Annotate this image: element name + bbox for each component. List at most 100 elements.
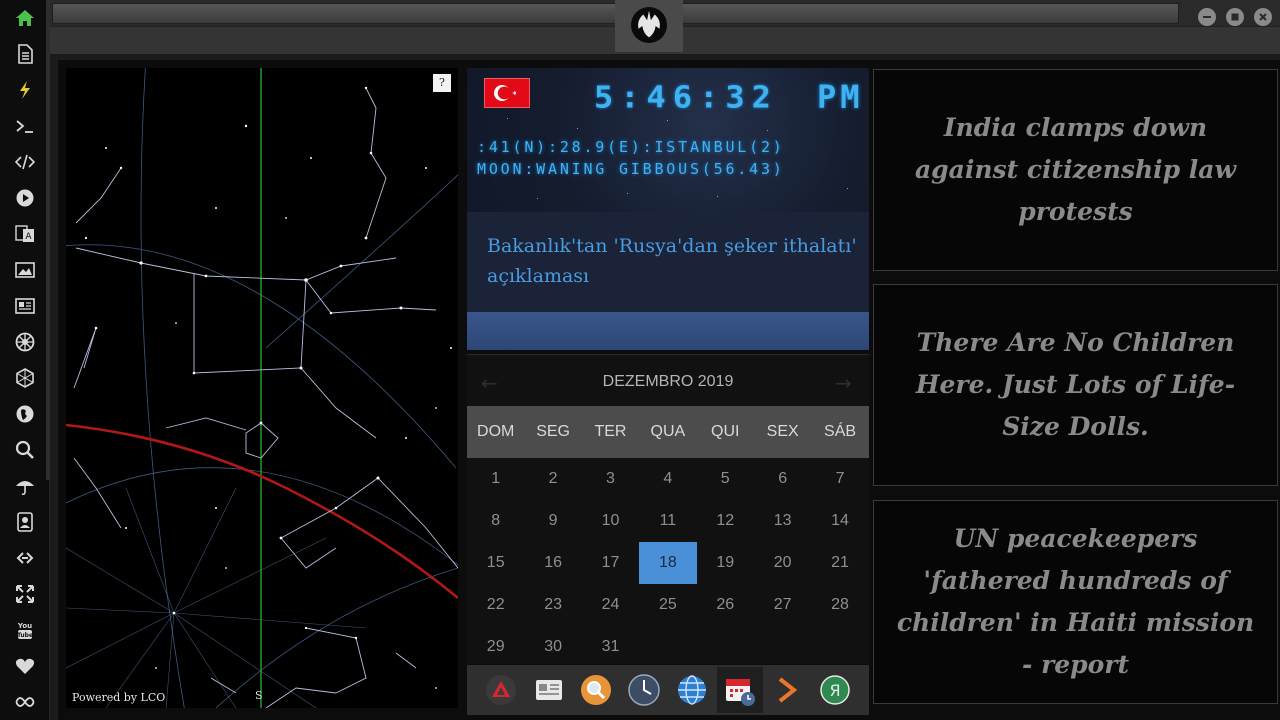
calendar-day[interactable]: 27 <box>754 584 811 626</box>
translate-icon[interactable]: A <box>11 220 39 248</box>
app-dock: Я <box>467 665 869 715</box>
lightning-icon[interactable] <box>11 76 39 104</box>
hexagon-icon[interactable] <box>11 364 39 392</box>
dock-app-clock-icon <box>628 674 660 706</box>
umbrella-icon[interactable] <box>11 472 39 500</box>
dock-app-yandex[interactable]: Я <box>812 667 858 713</box>
calendar-day[interactable]: 22 <box>467 584 524 626</box>
weekday-label: SÁB <box>824 423 857 440</box>
svg-text:Tube: Tube <box>17 632 33 639</box>
dock-app-globe[interactable] <box>669 667 715 713</box>
calendar-day-today[interactable]: 18 <box>639 542 697 584</box>
document-icon[interactable] <box>11 40 39 68</box>
calendar-day[interactable]: 20 <box>754 542 811 584</box>
turkey-flag-icon <box>484 78 530 108</box>
calendar-day[interactable]: 8 <box>467 500 524 542</box>
heart-icon[interactable] <box>11 652 39 680</box>
search-icon[interactable] <box>11 436 39 464</box>
svg-text:You: You <box>17 622 32 630</box>
dock-app-calendar-icon <box>725 679 755 706</box>
calendar: ← DEZEMBRO 2019 → DOM SEG TER QUA QUI SE… <box>467 354 869 664</box>
weekday-label: QUA <box>650 423 686 440</box>
calendar-day[interactable]: 9 <box>524 500 581 542</box>
code-icon[interactable] <box>11 148 39 176</box>
calendar-day[interactable]: 24 <box>582 584 639 626</box>
close-button[interactable] <box>1254 8 1272 26</box>
calendar-day[interactable]: 6 <box>754 458 811 500</box>
news-headline: India clamps down against citizenship la… <box>914 113 1237 226</box>
home-icon[interactable] <box>11 4 39 32</box>
svg-text:Я: Я <box>830 681 841 700</box>
dock-app-red-triangle[interactable] <box>478 667 524 713</box>
headline-link[interactable]: Bakanlık'tan 'Rusya'dan şeker ithalatı' … <box>487 231 857 291</box>
image-icon[interactable] <box>11 256 39 284</box>
calendar-day[interactable]: 29 <box>467 626 524 668</box>
infinity-icon[interactable] <box>11 688 39 716</box>
news-card[interactable]: There Are No Children Here. Just Lots of… <box>873 284 1278 486</box>
link-icon[interactable] <box>11 544 39 572</box>
dock-app-clock[interactable] <box>621 667 667 713</box>
svg-text:A: A <box>25 232 32 242</box>
left-sidebar: A You Tube <box>0 0 50 720</box>
dock-app-arrow[interactable] <box>764 667 810 713</box>
calendar-grid: 1 2 3 4 5 6 7 8 9 10 11 12 13 14 15 16 1… <box>467 458 869 668</box>
calendar-day[interactable]: 12 <box>697 500 754 542</box>
dock-app-search[interactable] <box>573 667 619 713</box>
moon-phase: MOON:WANING GIBBOUS(56.43) <box>477 160 785 178</box>
youtube-icon[interactable]: You Tube <box>11 616 39 644</box>
dock-app-calendar[interactable] <box>716 667 763 713</box>
calendar-week: 1 2 3 4 5 6 7 <box>467 458 869 500</box>
calendar-day[interactable]: 2 <box>524 458 581 500</box>
terminal-icon[interactable] <box>11 112 39 140</box>
calendar-week: 29 30 31 <box>467 626 869 668</box>
maximize-icon <box>1231 13 1239 21</box>
calendar-day[interactable]: 4 <box>639 458 696 500</box>
close-icon <box>1259 13 1267 21</box>
calendar-day[interactable]: 23 <box>524 584 581 626</box>
weekday-label: SEG <box>536 423 570 440</box>
sidebar-scrollbar[interactable] <box>46 0 50 480</box>
maximize-button[interactable] <box>1226 8 1244 26</box>
contacts-icon[interactable] <box>11 508 39 536</box>
calendar-day[interactable]: 3 <box>582 458 639 500</box>
compass-south-label: S <box>255 689 263 702</box>
calendar-day[interactable]: 14 <box>811 500 868 542</box>
calendar-day[interactable]: 19 <box>697 542 754 584</box>
calendar-day[interactable]: 30 <box>524 626 581 668</box>
calendar-day[interactable]: 7 <box>811 458 868 500</box>
calendar-day[interactable]: 5 <box>697 458 754 500</box>
calendar-day[interactable]: 13 <box>754 500 811 542</box>
calendar-day <box>754 626 811 668</box>
logo-tab[interactable] <box>615 0 683 52</box>
calendar-day[interactable]: 26 <box>697 584 754 626</box>
calendar-day[interactable]: 11 <box>639 500 696 542</box>
calendar-day <box>697 626 754 668</box>
minimize-button[interactable] <box>1198 8 1216 26</box>
star-map[interactable] <box>66 68 458 708</box>
calendar-day[interactable]: 15 <box>467 542 524 584</box>
weekday-label: QUI <box>711 423 740 440</box>
calendar-day[interactable]: 25 <box>639 584 696 626</box>
news-card[interactable]: UN peacekeepers 'fathered hundreds of ch… <box>873 500 1278 704</box>
calendar-day[interactable]: 17 <box>582 542 639 584</box>
dock-app-news[interactable] <box>526 667 572 713</box>
calendar-day[interactable]: 21 <box>811 542 868 584</box>
fullscreen-icon[interactable] <box>11 580 39 608</box>
globe-icon[interactable] <box>11 400 39 428</box>
dock-app-search-icon <box>581 675 612 705</box>
calendar-day[interactable]: 31 <box>582 626 639 668</box>
calendar-day[interactable]: 10 <box>582 500 639 542</box>
star-map-help-button[interactable]: ? <box>433 74 451 92</box>
minimize-icon <box>1203 16 1211 18</box>
panel-footer-band <box>467 312 869 350</box>
calendar-week: 22 23 24 25 26 27 28 <box>467 584 869 626</box>
calendar-day[interactable]: 28 <box>811 584 868 626</box>
play-icon[interactable] <box>11 184 39 212</box>
lco-credit: Powered by LCO <box>72 691 166 704</box>
galactic-empire-icon[interactable] <box>11 328 39 356</box>
calendar-day[interactable]: 16 <box>524 542 581 584</box>
calendar-day[interactable]: 1 <box>467 458 524 500</box>
arrow-right-icon[interactable]: → <box>835 371 852 395</box>
newspaper-icon[interactable] <box>11 292 39 320</box>
news-card[interactable]: India clamps down against citizenship la… <box>873 69 1278 271</box>
